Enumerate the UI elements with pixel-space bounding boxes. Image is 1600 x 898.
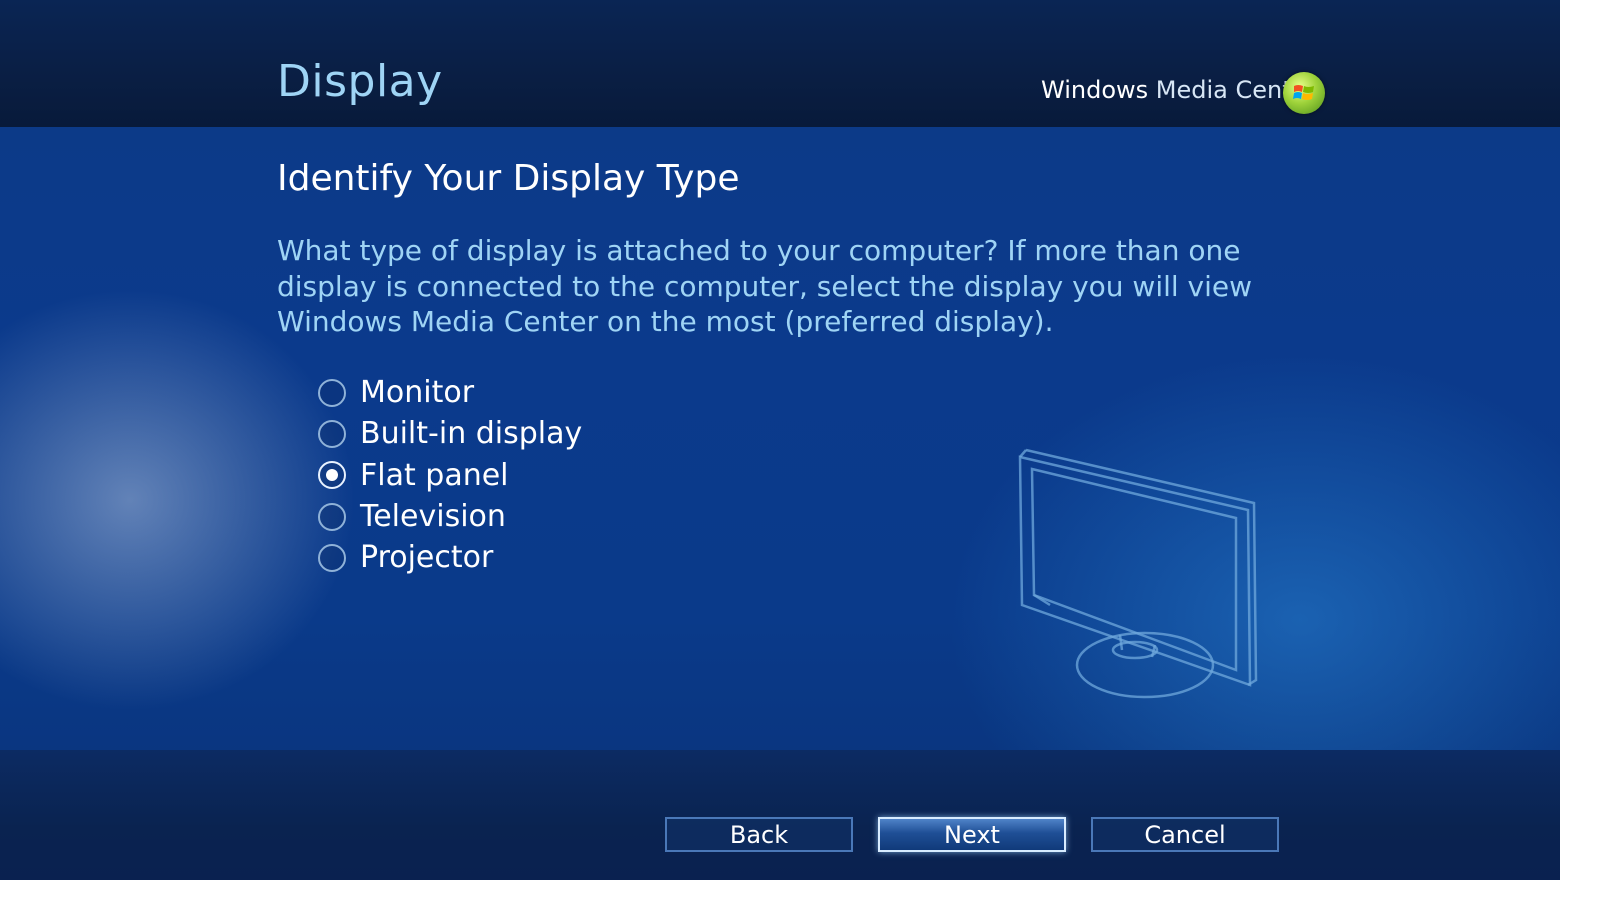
- radio-button[interactable]: [318, 419, 346, 448]
- monitor-icon: [1010, 445, 1270, 719]
- option-television[interactable]: Television: [318, 496, 582, 537]
- window-edge-bottom: [0, 880, 1600, 898]
- option-projector[interactable]: Projector: [318, 537, 582, 578]
- radio-button[interactable]: [318, 543, 346, 572]
- footer-bar: [0, 750, 1560, 880]
- question-text: What type of display is attached to your…: [277, 234, 1253, 338]
- radio-button[interactable]: [318, 378, 346, 407]
- wmc-setup-screen: Display Windows Media Center Identify Yo…: [0, 0, 1560, 880]
- radio-dot: [326, 469, 338, 482]
- option-flat-panel[interactable]: Flat panel: [318, 455, 582, 496]
- windows-flag-icon: [1283, 72, 1325, 114]
- option-label: Flat panel: [360, 457, 509, 493]
- option-label: Built-in display: [360, 416, 583, 452]
- cancel-button[interactable]: Cancel: [1091, 817, 1279, 852]
- option-built-in-display[interactable]: Built-in display: [318, 413, 582, 454]
- option-label: Television: [360, 499, 506, 535]
- window-edge-right: [1560, 0, 1600, 898]
- brand-text: Windows Media Center: [1041, 76, 1316, 104]
- back-button[interactable]: Back: [665, 817, 853, 852]
- option-monitor[interactable]: Monitor: [318, 372, 582, 413]
- section-heading: Identify Your Display Type: [277, 158, 740, 199]
- brand-bold: Windows: [1041, 76, 1149, 104]
- page-title: Display: [277, 56, 443, 107]
- option-label: Monitor: [360, 375, 475, 411]
- radio-button[interactable]: [318, 502, 346, 531]
- next-button[interactable]: Next: [878, 817, 1066, 852]
- radio-button-selected[interactable]: [318, 461, 346, 490]
- display-type-options: Monitor Built-in display Flat panel Tele…: [318, 372, 582, 578]
- option-label: Projector: [360, 540, 494, 576]
- header-bar: [0, 0, 1560, 127]
